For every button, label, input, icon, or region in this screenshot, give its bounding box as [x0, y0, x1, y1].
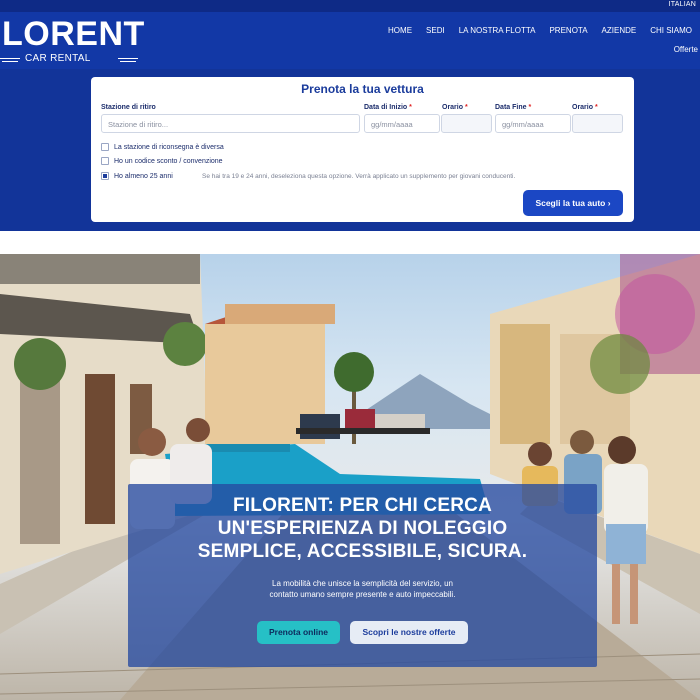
- booking-band: Prenota la tua vettura Stazione di ritir…: [0, 69, 700, 231]
- logo-divider: [118, 58, 138, 59]
- choose-car-button[interactable]: Scegli la tua auto ›: [523, 190, 623, 216]
- logo-divider: [2, 61, 18, 62]
- checkbox-icon: [101, 157, 109, 165]
- return-station-checkbox[interactable]: La stazione di riconsegna è diversa: [101, 143, 224, 151]
- nav-item-flotta[interactable]: LA NOSTRA FLOTTA: [459, 26, 536, 35]
- discount-code-label: Ho un codice sconto / convenzione: [114, 157, 223, 165]
- logo-brand: LORENT: [2, 15, 145, 53]
- logo-divider: [120, 61, 136, 62]
- nav-item-chi-siamo[interactable]: CHI SIAMO: [650, 26, 692, 35]
- end-date-input[interactable]: gg/mm/aaaa: [495, 114, 571, 133]
- nav-item-offerte[interactable]: Offerte: [674, 45, 698, 54]
- start-date-input[interactable]: gg/mm/aaaa: [364, 114, 440, 133]
- start-time-select[interactable]: [441, 114, 492, 133]
- pickup-station-input[interactable]: Stazione di ritiro...: [101, 114, 360, 133]
- language-bar: ITALIAN: [0, 0, 700, 12]
- site-logo[interactable]: LORENT CAR RENTAL: [0, 15, 150, 67]
- nav-item-sedi[interactable]: SEDI: [426, 26, 445, 35]
- logo-subtitle: CAR RENTAL: [0, 53, 138, 65]
- checkbox-icon: [101, 143, 109, 151]
- logo-tagline: CAR RENTAL: [25, 53, 91, 64]
- main-nav: HOME SEDI LA NOSTRA FLOTTA PRENOTA AZIEN…: [388, 26, 692, 35]
- nav-item-home[interactable]: HOME: [388, 26, 412, 35]
- start-time-label: Orario *: [442, 104, 468, 111]
- return-station-label: La stazione di riconsegna è diversa: [114, 143, 224, 151]
- start-date-label: Data di Inizio *: [364, 104, 412, 111]
- view-offers-button[interactable]: Scopri le nostre offerte: [350, 621, 468, 644]
- hero-description: La mobilità che unisce la semplicità del…: [269, 579, 456, 599]
- nav-item-aziende[interactable]: AZIENDE: [602, 26, 637, 35]
- age-label: Ho almeno 25 anni: [114, 172, 173, 180]
- age-hint: Se hai tra 19 e 24 anni, deseleziona que…: [202, 173, 516, 180]
- end-time-select[interactable]: [572, 114, 623, 133]
- discount-code-checkbox[interactable]: Ho un codice sconto / convenzione: [101, 157, 223, 165]
- book-online-button[interactable]: Prenota online: [257, 621, 340, 644]
- end-date-label: Data Fine *: [495, 104, 532, 111]
- hero-overlay: FILORENT: PER CHI CERCA UN'ESPERIENZA DI…: [128, 484, 597, 667]
- hero-headline: FILORENT: PER CHI CERCA UN'ESPERIENZA DI…: [197, 495, 528, 562]
- age-checkbox[interactable]: Ho almeno 25 anni: [101, 172, 173, 180]
- booking-form: Prenota la tua vettura Stazione di ritir…: [91, 77, 634, 222]
- pickup-label: Stazione di ritiro: [101, 104, 156, 111]
- booking-title: Prenota la tua vettura: [301, 82, 424, 96]
- language-selector[interactable]: ITALIAN: [669, 1, 696, 8]
- end-time-label: Orario *: [572, 104, 598, 111]
- logo-divider: [0, 58, 20, 59]
- site-header: LORENT CAR RENTAL HOME SEDI LA NOSTRA FL…: [0, 12, 700, 69]
- nav-item-prenota[interactable]: PRENOTA: [549, 26, 587, 35]
- checkbox-checked-icon: [101, 172, 109, 180]
